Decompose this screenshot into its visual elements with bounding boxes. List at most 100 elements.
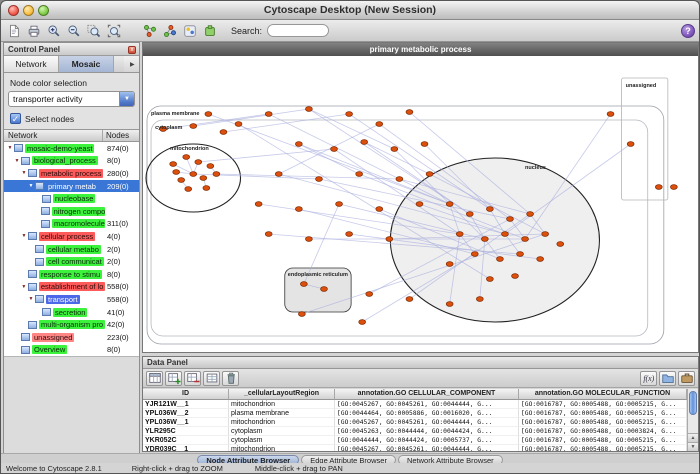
network-node[interactable] [416, 202, 423, 207]
expand-arrow-icon[interactable]: ▼ [20, 170, 28, 176]
table-cell[interactable]: [GO:0045267, GO:0045261, GO:0044444, G..… [335, 445, 519, 451]
scroll-up-icon[interactable]: ▲ [688, 433, 698, 442]
minimize-window-icon[interactable] [23, 5, 34, 16]
tree-row[interactable]: multi-organism pro42(0) [4, 318, 139, 331]
tree-row[interactable]: ▼transport558(0) [4, 293, 139, 306]
network-node[interactable] [507, 217, 514, 222]
table-cell[interactable]: cytoplasm [229, 427, 335, 436]
table-cell[interactable]: [GO:0044444, GO:0044424, GO:0005737, G..… [335, 436, 519, 445]
network-node[interactable] [295, 207, 302, 212]
zoom-selected-button[interactable] [85, 22, 103, 40]
network-node[interactable] [670, 185, 677, 190]
annotation-button[interactable] [141, 22, 159, 40]
expand-arrow-icon[interactable]: ▼ [20, 233, 28, 239]
network-node[interactable] [235, 122, 242, 127]
table-cell[interactable]: [GO:0045263, GO:0044444, GO:0044424, G..… [335, 427, 519, 436]
table-cell[interactable]: mitochondrion [229, 445, 335, 451]
column-header[interactable]: _cellularLayoutRegion [229, 389, 335, 400]
network-node[interactable] [486, 207, 493, 212]
network-node[interactable] [255, 202, 262, 207]
column-header[interactable]: annotation.GO MOLECULAR_FUNCTION [519, 389, 687, 400]
table-cell[interactable]: YDR039C__1 [143, 445, 229, 451]
network-node[interactable] [170, 162, 177, 167]
network-node[interactable] [331, 147, 338, 152]
tree-row[interactable]: ▼establishment of lo558(0) [4, 281, 139, 294]
table-cell[interactable]: [GO:0016787, GO:0005488, GO:0005215, G..… [519, 418, 687, 427]
title-bar[interactable]: Cytoscape Desktop (New Session) [1, 1, 699, 20]
table-cell[interactable]: YJR121W__1 [143, 400, 229, 409]
network-node[interactable] [190, 172, 197, 177]
network-overlay-button[interactable] [161, 22, 179, 40]
network-node[interactable] [627, 142, 634, 147]
network-node[interactable] [346, 232, 353, 237]
table-row[interactable]: YJR121W__1mitochondrion[GO:0045267, GO:0… [143, 400, 687, 409]
expand-arrow-icon[interactable]: ▼ [27, 183, 35, 189]
network-node[interactable] [466, 212, 473, 217]
network-node[interactable] [200, 176, 207, 181]
network-node[interactable] [185, 187, 192, 192]
table-cell[interactable]: [GO:0045267, GO:0045261, GO:0044444, G..… [335, 418, 519, 427]
tree-row[interactable]: Overview8(0) [4, 344, 139, 357]
table-cell[interactable]: [GO:0016787, GO:0005488, GO:0005215, G..… [519, 400, 687, 409]
tree-row[interactable]: cellular metabo2(0) [4, 243, 139, 256]
table-cell[interactable]: YKR052C [143, 436, 229, 445]
network-node[interactable] [178, 178, 185, 183]
select-nodes-checkbox[interactable]: ✓ [10, 113, 21, 124]
network-node[interactable] [300, 282, 307, 287]
expand-arrow-icon[interactable]: ▼ [20, 284, 28, 290]
table-row[interactable]: YKR052Ccytoplasm[GO:0044444, GO:0044424,… [143, 436, 687, 445]
network-node[interactable] [446, 202, 453, 207]
network-node[interactable] [361, 140, 368, 145]
vizmapper-button[interactable] [181, 22, 199, 40]
network-node[interactable] [316, 177, 323, 182]
network-node[interactable] [359, 320, 366, 325]
formula-button[interactable]: f(x) [640, 371, 657, 386]
table-cell[interactable]: YPL036W__1 [143, 418, 229, 427]
network-node[interactable] [522, 237, 529, 242]
network-node[interactable] [607, 112, 614, 117]
network-node[interactable] [396, 177, 403, 182]
network-node[interactable] [275, 172, 282, 177]
attribute-grid-button[interactable] [203, 371, 220, 386]
network-node[interactable] [481, 237, 488, 242]
network-node[interactable] [265, 112, 272, 117]
expand-arrow-icon[interactable]: ▼ [13, 158, 21, 164]
network-node[interactable] [213, 172, 220, 177]
table-row[interactable]: YDR039C__1mitochondrion[GO:0045267, GO:0… [143, 445, 687, 451]
briefcase-button[interactable] [678, 371, 695, 386]
node-color-dropdown[interactable]: transporter activity ▼ [8, 91, 135, 107]
chevron-right-icon[interactable]: ▶ [124, 56, 139, 72]
network-node[interactable] [527, 212, 534, 217]
chevron-down-icon[interactable]: ▼ [119, 91, 134, 107]
table-row[interactable]: YLR295Ccytoplasm[GO:0045263, GO:0044444,… [143, 427, 687, 436]
network-node[interactable] [298, 312, 305, 317]
table-cell[interactable]: [GO:0016787, GO:0005488, GO:0005215, G..… [519, 409, 687, 418]
network-node[interactable] [406, 110, 413, 115]
tree-row[interactable]: ▼metabolic process280(0) [4, 167, 139, 180]
tree-row[interactable]: nitrogen compo [4, 205, 139, 218]
search-input[interactable] [267, 24, 329, 37]
network-node[interactable] [391, 147, 398, 152]
network-node[interactable] [502, 232, 509, 237]
table-cell[interactable]: [GO:0016787, GO:0005488, GO:0005215, G..… [519, 445, 687, 451]
tree-header-network[interactable]: Network [4, 130, 103, 141]
folder-button[interactable] [659, 371, 676, 386]
table-cell[interactable]: cytoplasm [229, 436, 335, 445]
network-node[interactable] [497, 257, 504, 262]
attribute-select-button[interactable] [146, 371, 163, 386]
network-node[interactable] [406, 297, 413, 302]
table-cell[interactable]: YPL036W__2 [143, 409, 229, 418]
zoom-out-button[interactable] [65, 22, 83, 40]
expand-arrow-icon[interactable]: ▼ [27, 296, 35, 302]
network-node[interactable] [305, 107, 312, 112]
select-nodes-row[interactable]: ✓ Select nodes [4, 107, 139, 129]
tree-row[interactable]: cell communicat2(0) [4, 255, 139, 268]
zoom-window-icon[interactable] [38, 5, 49, 16]
network-node[interactable] [265, 232, 272, 237]
attribute-table[interactable]: ID_cellularLayoutRegionannotation.GO CEL… [143, 389, 687, 451]
network-node[interactable] [376, 122, 383, 127]
zoom-in-button[interactable] [45, 22, 63, 40]
table-row[interactable]: YPL036W__1mitochondrion[GO:0045267, GO:0… [143, 418, 687, 427]
column-header[interactable]: ID [143, 389, 229, 400]
network-node[interactable] [366, 292, 373, 297]
